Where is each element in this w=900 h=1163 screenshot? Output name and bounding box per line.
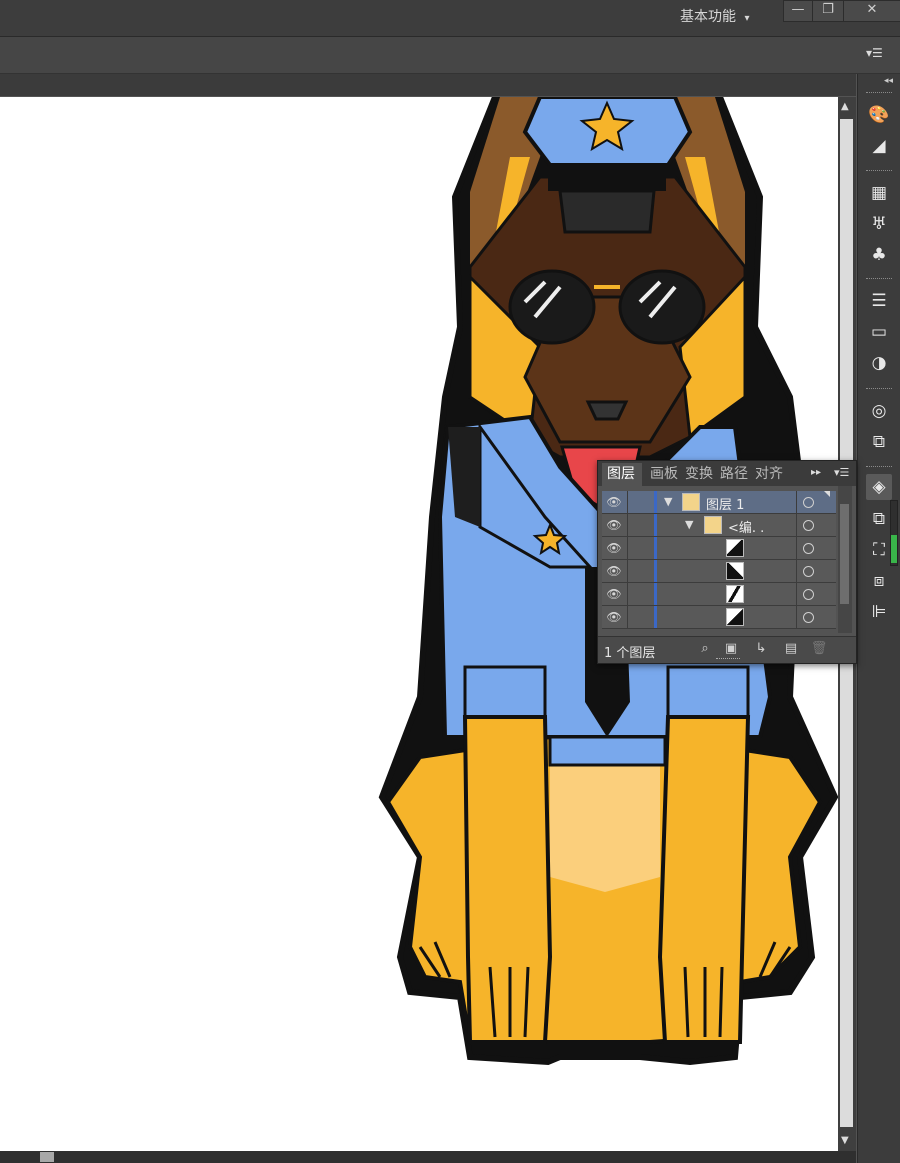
tab-align[interactable]: 对齐: [755, 464, 783, 484]
visibility-eye-icon[interactable]: 👁: [605, 541, 623, 555]
collapse-dock-icon[interactable]: ◂◂: [884, 76, 893, 86]
layer-row-path[interactable]: 👁: [602, 606, 836, 629]
visibility-eye-icon[interactable]: 👁: [605, 495, 623, 509]
left-sleeve-cuff: [463, 665, 547, 719]
layer-color-bar: [654, 514, 657, 536]
panel-grip[interactable]: [866, 92, 892, 96]
control-bar-menu-icon[interactable]: ▾☰: [866, 46, 886, 62]
layer-color-bar: [654, 583, 657, 605]
tab-layers[interactable]: 图层: [607, 464, 635, 484]
dock-scroll-track[interactable]: [890, 500, 898, 566]
make-clipping-mask-icon[interactable]: ▣: [722, 641, 740, 657]
cap-visor: [548, 165, 666, 191]
layer-color-bar: [654, 560, 657, 582]
layers-scrollbar[interactable]: [838, 486, 852, 633]
create-sublayer-icon[interactable]: ↳: [752, 641, 770, 657]
locate-object-icon[interactable]: ⌕: [696, 641, 714, 657]
layer-color-bar: [654, 491, 657, 513]
align-icon[interactable]: ⊫: [866, 599, 892, 625]
layer-row-path[interactable]: 👁: [602, 583, 836, 606]
visibility-eye-icon[interactable]: 👁: [605, 564, 623, 578]
layer-row-layer1[interactable]: 👁 ▼ 图层 1: [602, 491, 836, 514]
path-thumbnail: [726, 585, 744, 603]
swatches-icon[interactable]: ▦: [866, 180, 892, 206]
layer-count: 1 个图层: [604, 646, 656, 661]
layer-color-bar: [654, 537, 657, 559]
horizontal-scrollbar[interactable]: [0, 1151, 856, 1163]
expand-panel-icon[interactable]: ▸▸: [811, 467, 821, 478]
close-button[interactable]: ✕: [843, 0, 900, 22]
document-tab-strip: [0, 74, 856, 96]
stroke-icon[interactable]: ☰: [866, 288, 892, 314]
target-circle-icon[interactable]: [803, 520, 814, 531]
workspace-label: 基本功能: [680, 9, 736, 25]
dog-nose: [585, 400, 629, 421]
path-thumbnail: [726, 539, 744, 557]
color-guide-icon[interactable]: 🎨: [866, 102, 892, 128]
layer-color-bar: [654, 606, 657, 628]
panel-grip[interactable]: [866, 170, 892, 174]
expand-triangle-icon[interactable]: ▼: [664, 495, 672, 508]
new-layer-icon[interactable]: ▤: [782, 641, 800, 657]
dock-scroll-indicator: [891, 535, 897, 563]
visibility-eye-icon[interactable]: 👁: [605, 610, 623, 624]
brushes-icon[interactable]: ♅: [866, 211, 892, 237]
target-circle-icon[interactable]: [803, 566, 814, 577]
visibility-eye-icon[interactable]: 👁: [605, 518, 623, 532]
target-circle-icon[interactable]: [803, 497, 814, 508]
minimize-button[interactable]: —: [783, 0, 813, 22]
delete-layer-icon[interactable]: 🗑: [810, 641, 828, 657]
tab-artboards[interactable]: 画板: [650, 464, 678, 484]
shirt-hem: [548, 735, 667, 767]
control-bar: [0, 37, 900, 74]
tab-pathfinder[interactable]: 路径: [720, 464, 748, 484]
path-thumbnail: [726, 562, 744, 580]
scroll-down-arrow-icon[interactable]: ▼: [841, 1135, 849, 1146]
pathfinder-icon[interactable]: ⧈: [866, 568, 892, 594]
left-front-leg: [462, 715, 553, 1044]
chevron-down-icon: ▾: [744, 13, 750, 24]
selection-corner-icon: [824, 491, 830, 497]
panel-grip[interactable]: [866, 278, 892, 282]
panel-grip[interactable]: [866, 466, 892, 470]
target-circle-icon[interactable]: [803, 543, 814, 554]
graphic-styles-icon[interactable]: ⧉: [866, 429, 892, 455]
panel-resize-grip[interactable]: [716, 658, 740, 662]
artboards-icon[interactable]: ⧉: [866, 506, 892, 532]
restore-button[interactable]: ❐: [812, 0, 844, 22]
layer-thumbnail: [682, 493, 700, 511]
horizontal-scroll-thumb[interactable]: [40, 1152, 54, 1162]
tab-transform[interactable]: 变换: [685, 464, 713, 484]
expand-triangle-icon[interactable]: ▼: [685, 518, 693, 531]
left-sunglass-lens: [508, 269, 596, 345]
scroll-up-arrow-icon[interactable]: ▲: [841, 101, 849, 112]
visibility-eye-icon[interactable]: 👁: [605, 587, 623, 601]
target-circle-icon[interactable]: [803, 612, 814, 623]
layer-row-group[interactable]: 👁 ▼ <编. .: [602, 514, 836, 537]
layer-row-path[interactable]: 👁: [602, 560, 836, 583]
layer-name[interactable]: <编. .: [728, 517, 764, 536]
right-sleeve-cuff: [666, 665, 750, 719]
appearance-icon[interactable]: ◎: [866, 398, 892, 424]
layer-name[interactable]: 图层 1: [706, 494, 744, 513]
cap-badge: [558, 189, 656, 234]
target-circle-icon[interactable]: [803, 589, 814, 600]
layers-icon[interactable]: ◈: [866, 474, 892, 500]
symbols-icon[interactable]: ♣: [866, 242, 892, 268]
transform-icon[interactable]: ⛶: [866, 537, 892, 563]
layers-panel[interactable]: 图层 画板 变换 路径 对齐 ▸▸ ▾☰ 👁 ▼ 图层 1 👁 ▼ <编. . …: [597, 460, 857, 664]
path-thumbnail: [726, 608, 744, 626]
layer-row-path[interactable]: 👁: [602, 537, 836, 560]
layer-thumbnail: [704, 516, 722, 534]
panel-grip[interactable]: [866, 388, 892, 392]
gradient-swatch-icon[interactable]: ◢: [866, 133, 892, 159]
layers-scroll-thumb[interactable]: [840, 504, 849, 604]
transparency-icon[interactable]: ◑: [866, 350, 892, 376]
workspace-switcher[interactable]: 基本功能 ▾: [680, 6, 780, 28]
right-sunglass-lens: [618, 269, 706, 345]
panel-menu-icon[interactable]: ▾☰: [834, 466, 849, 479]
gradient-icon[interactable]: ▭: [866, 319, 892, 345]
